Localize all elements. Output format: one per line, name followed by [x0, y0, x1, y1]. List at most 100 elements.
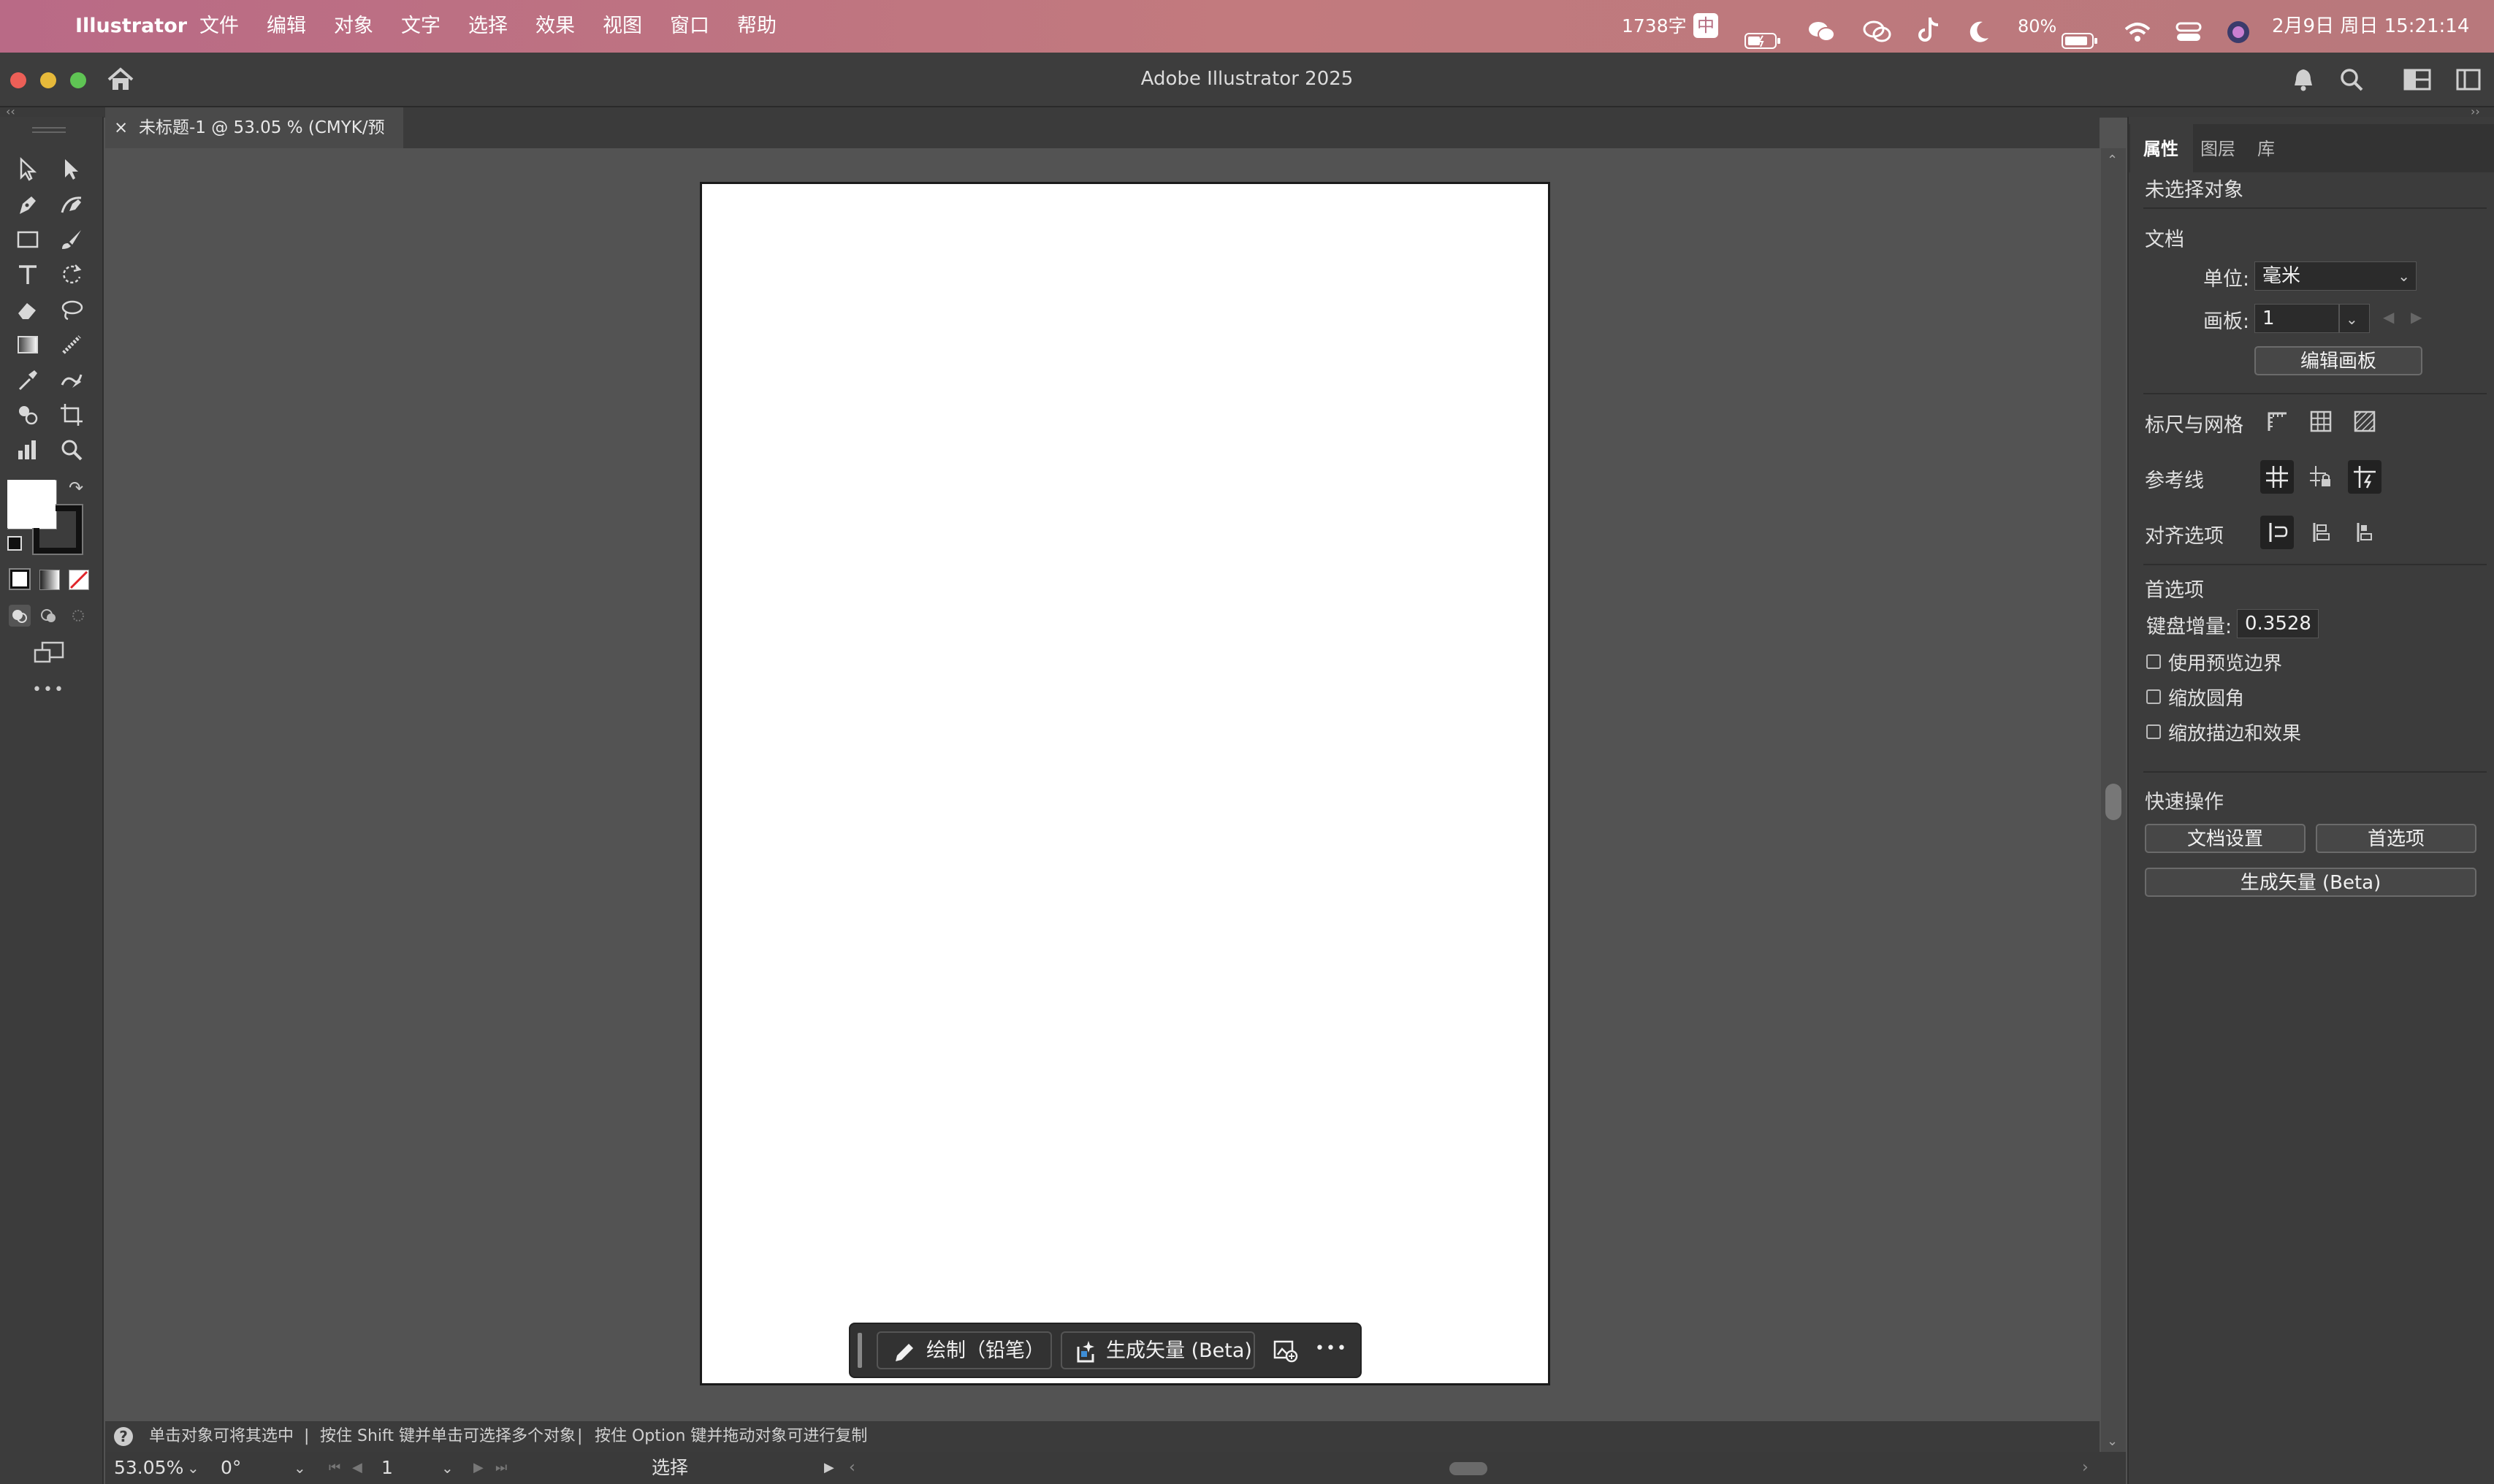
- battery-percent[interactable]: 80%: [2018, 0, 2056, 53]
- scroll-right-icon[interactable]: ›: [2082, 1452, 2089, 1484]
- scroll-down-arrow-icon[interactable]: ⌄: [2107, 1434, 2118, 1449]
- default-fill-stroke-icon[interactable]: [7, 536, 22, 551]
- rotation-dropdown-icon[interactable]: ⌄: [294, 1452, 306, 1484]
- rotation-value[interactable]: 0°: [221, 1452, 241, 1484]
- control-center-icon[interactable]: [2175, 13, 2202, 41]
- menu-type[interactable]: 文字: [401, 0, 441, 53]
- siri-icon[interactable]: [2225, 13, 2251, 43]
- eraser-tool-icon[interactable]: [12, 294, 44, 326]
- artboard-select[interactable]: 1: [2254, 304, 2339, 333]
- vertical-scrollbar[interactable]: ⌃ ⌄: [2101, 148, 2126, 1456]
- transparency-grid-icon[interactable]: [2348, 405, 2381, 438]
- grid-icon[interactable]: [2304, 405, 2338, 438]
- menu-object[interactable]: 对象: [334, 0, 373, 53]
- last-artboard-icon[interactable]: ⏭: [495, 1452, 507, 1484]
- menu-select[interactable]: 选择: [468, 0, 508, 53]
- change-screen-mode-icon[interactable]: [32, 640, 66, 666]
- draw-pencil-button[interactable]: 绘制（铅笔）: [877, 1331, 1052, 1369]
- app-menu[interactable]: Illustrator: [75, 0, 187, 53]
- draw-behind-icon[interactable]: [38, 605, 60, 627]
- help-icon[interactable]: ?: [114, 1427, 133, 1446]
- preferences-button[interactable]: 首选项: [2316, 824, 2476, 853]
- document-setup-button[interactable]: 文档设置: [2145, 824, 2306, 853]
- battery-charging-icon[interactable]: [1744, 18, 1781, 49]
- drag-handle[interactable]: [858, 1333, 862, 1368]
- use-preview-bounds-checkbox[interactable]: [2146, 654, 2161, 669]
- graph-tool-icon[interactable]: [12, 434, 44, 466]
- scale-strokes-checkbox[interactable]: [2146, 724, 2161, 739]
- ruler-icon[interactable]: [2260, 405, 2294, 438]
- canvas-area[interactable]: 绘制（铅笔） 生成矢量 (Beta) •••: [105, 148, 2100, 1419]
- menu-help[interactable]: 帮助: [737, 0, 777, 53]
- mesh-tool-icon[interactable]: [56, 329, 88, 361]
- more-options-icon[interactable]: •••: [1315, 1336, 1348, 1362]
- artboard-number[interactable]: 1: [381, 1452, 393, 1484]
- panel-layout-icon[interactable]: [2456, 69, 2481, 96]
- pen-tool-icon[interactable]: [12, 188, 44, 221]
- scroll-up-arrow-icon[interactable]: ⌃: [2107, 153, 2118, 168]
- tool-menu-arrow-icon[interactable]: ▶: [824, 1452, 834, 1484]
- curvature-tool-icon[interactable]: [56, 188, 88, 221]
- next-artboard-icon[interactable]: ▶: [2411, 308, 2422, 326]
- lock-guides-icon[interactable]: [2304, 460, 2338, 494]
- align-to-selection-icon[interactable]: [2260, 516, 2294, 549]
- selection-tool-icon[interactable]: [12, 153, 44, 186]
- scroll-left-icon[interactable]: ‹: [849, 1452, 855, 1484]
- toolbar-grip[interactable]: [32, 127, 66, 133]
- menu-file[interactable]: 文件: [199, 0, 239, 53]
- artboard-dropdown-icon[interactable]: ⌄: [441, 1452, 454, 1484]
- current-tool-label[interactable]: 选择: [652, 1452, 688, 1484]
- direct-selection-tool-icon[interactable]: [56, 153, 88, 186]
- none-mode-icon[interactable]: [69, 570, 89, 590]
- vertical-scroll-thumb[interactable]: [2105, 784, 2121, 820]
- tiktok-icon[interactable]: [1917, 12, 1940, 42]
- wechat-icon[interactable]: [1807, 13, 1837, 42]
- zoom-dropdown-icon[interactable]: ⌄: [187, 1452, 199, 1484]
- artboard[interactable]: [700, 182, 1550, 1385]
- gradient-mode-icon[interactable]: [39, 570, 60, 590]
- zoom-tool-icon[interactable]: [56, 434, 88, 466]
- color-mode-icon[interactable]: [9, 568, 31, 590]
- zoom-level[interactable]: 53.05%: [114, 1452, 183, 1484]
- draw-inside-icon[interactable]: [67, 605, 89, 627]
- battery-icon[interactable]: [2062, 18, 2098, 49]
- unit-select[interactable]: 毫米 ⌄: [2254, 261, 2417, 291]
- wechat-2-icon[interactable]: [1863, 13, 1892, 42]
- prev-artboard-icon[interactable]: ◀: [352, 1452, 362, 1484]
- draw-normal-icon[interactable]: [9, 605, 31, 627]
- close-tab-icon[interactable]: ×: [114, 107, 128, 148]
- edit-toolbar-icon[interactable]: •••: [32, 681, 65, 699]
- menu-view[interactable]: 视图: [603, 0, 642, 53]
- document-tab[interactable]: × 未标题-1 @ 53.05 % (CMYK/预览): [105, 107, 403, 178]
- paintbrush-tool-icon[interactable]: [56, 223, 88, 256]
- edit-artboards-button[interactable]: 编辑画板: [2254, 346, 2422, 375]
- next-artboard-icon[interactable]: ▶: [473, 1452, 484, 1484]
- tab-layers[interactable]: 图层: [2200, 126, 2235, 172]
- notification-bell-icon[interactable]: [2292, 67, 2314, 97]
- input-method-icon[interactable]: 中: [1693, 13, 1718, 38]
- moon-icon[interactable]: [1968, 13, 1991, 42]
- datetime[interactable]: 2月9日 周日 15:21:14: [2272, 0, 2469, 53]
- keyboard-increment-input[interactable]: 0.3528 m: [2237, 609, 2319, 638]
- rotate-tool-icon[interactable]: [56, 259, 88, 291]
- previous-artboard-icon[interactable]: ◀: [2383, 308, 2394, 326]
- menu-window[interactable]: 窗口: [670, 0, 709, 53]
- recolor-icon[interactable]: [1273, 1337, 1299, 1366]
- swap-fill-stroke-icon[interactable]: ↷: [69, 478, 83, 498]
- artboard-dropdown[interactable]: ⌄: [2339, 304, 2370, 333]
- rectangle-tool-icon[interactable]: [12, 223, 44, 256]
- tab-properties[interactable]: 属性: [2143, 126, 2178, 172]
- smart-guides-icon[interactable]: [2348, 460, 2381, 494]
- scale-corners-checkbox[interactable]: [2146, 689, 2161, 704]
- menu-effect[interactable]: 效果: [535, 0, 575, 53]
- type-tool-icon[interactable]: [12, 259, 44, 291]
- fill-swatch-front[interactable]: [7, 480, 56, 528]
- gradient-tool-icon[interactable]: [12, 329, 44, 361]
- shape-builder-tool-icon[interactable]: [12, 399, 44, 431]
- generate-vector-panel-button[interactable]: 生成矢量 (Beta): [2145, 868, 2476, 897]
- tab-libraries[interactable]: 库: [2257, 126, 2275, 172]
- first-artboard-icon[interactable]: ⏮: [329, 1452, 340, 1484]
- menu-edit[interactable]: 编辑: [267, 0, 306, 53]
- show-guides-icon[interactable]: [2260, 460, 2294, 494]
- lasso-tool-icon[interactable]: [56, 294, 88, 326]
